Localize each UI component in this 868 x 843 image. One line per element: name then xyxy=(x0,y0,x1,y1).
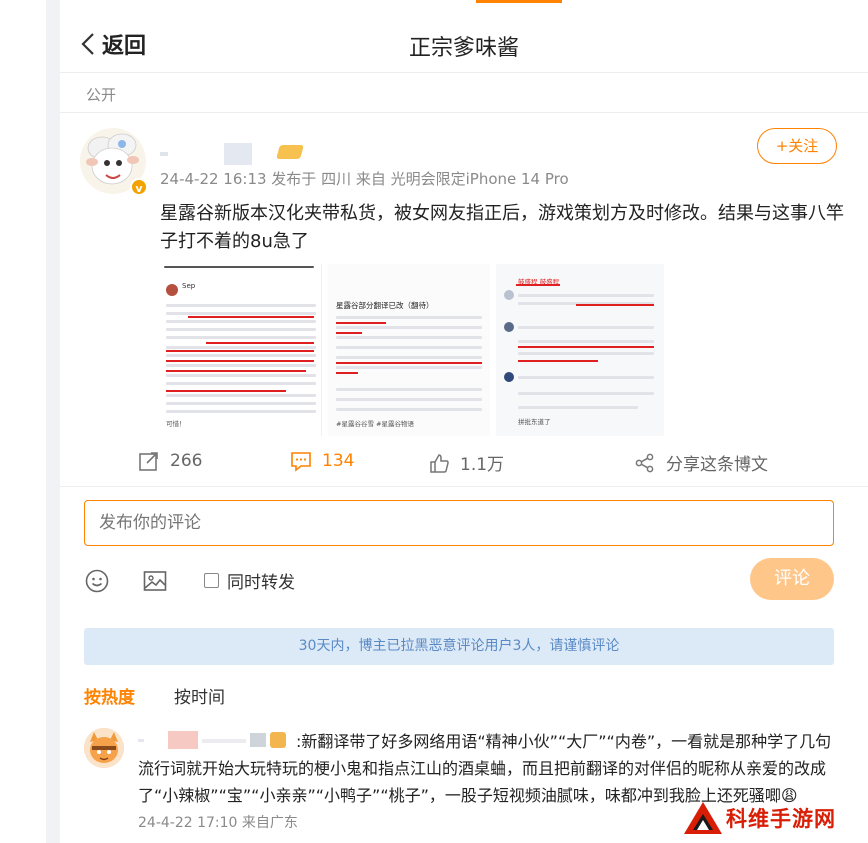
post-text: 星露谷新版本汉化夹带私货，被女网友指正后，游戏策划方及时修改。结果与这事八竿子打… xyxy=(160,203,844,252)
post-action-bar: 266 134 1.1万 分享这条博文 xyxy=(60,440,868,484)
share-icon xyxy=(635,453,654,472)
repost-count: 266 xyxy=(170,451,203,471)
page-title: 正宗爹味酱 xyxy=(408,36,519,61)
post-image-2[interactable]: 星露谷部分翻译已改（翻待） #星露谷谷雪 #星露谷物语 xyxy=(328,264,490,436)
comment-meta: 24-4-22 17:10 来自广东 xyxy=(138,815,298,831)
page-header: 返回 正宗爹味酱 xyxy=(60,18,868,74)
share-label: 分享这条博文 xyxy=(666,455,768,475)
comment-icon xyxy=(291,452,311,472)
watermark-text: 科维手游网 xyxy=(726,807,836,831)
share-button[interactable]: 分享这条博文 xyxy=(634,450,768,475)
verified-badge-icon: v xyxy=(130,178,148,196)
divider xyxy=(60,486,868,487)
image-2-footer: #星露谷谷雪 #星露谷物语 xyxy=(336,420,414,428)
comment-button[interactable]: 134 xyxy=(290,450,354,472)
left-rail xyxy=(0,0,46,843)
image-1-caption: 可惜！ xyxy=(166,420,186,428)
post-card: 返回 正宗爹味酱 公开 v 24-4-22 16:13 发布于 四川 来自 光明… xyxy=(60,0,868,843)
watermark-logo-icon xyxy=(684,802,722,834)
member-badge-icon xyxy=(276,145,304,159)
image-3-footer: 拼批东道了 xyxy=(518,418,551,426)
repost-checkbox[interactable]: 同时转发 xyxy=(204,568,295,593)
top-accent-bar xyxy=(476,0,562,3)
sort-tab-hot[interactable]: 按热度 xyxy=(84,683,135,708)
like-button[interactable]: 1.1万 xyxy=(428,450,504,475)
follow-button[interactable]: +关注 xyxy=(757,128,837,164)
site-watermark: 科维手游网 xyxy=(682,796,868,840)
divider xyxy=(60,72,868,73)
emoji-icon[interactable] xyxy=(84,568,110,594)
sort-tab-time[interactable]: 按时间 xyxy=(174,683,225,708)
thumbs-up-icon xyxy=(430,453,449,473)
visibility-label: 公开 xyxy=(86,86,117,104)
like-count: 1.1万 xyxy=(460,455,505,475)
image-2-header: 星露谷部分翻译已改（翻待） xyxy=(336,301,434,310)
repost-icon xyxy=(139,452,158,471)
comment-count: 134 xyxy=(322,451,355,471)
divider xyxy=(60,112,868,113)
repost-button[interactable]: 266 xyxy=(138,450,202,472)
comment-input[interactable] xyxy=(84,500,834,546)
submit-comment-button[interactable]: 评论 xyxy=(750,558,834,600)
image-1-header: Sep xyxy=(182,282,196,290)
post-image-3[interactable]: 鼓盛程 鼓盛程 拼批东道了 xyxy=(496,264,664,436)
checkbox-icon[interactable] xyxy=(204,573,219,588)
composer-toolbar: 同时转发 评论 xyxy=(84,558,834,602)
image-upload-icon[interactable] xyxy=(142,568,168,594)
post-image-1[interactable]: Sep 可惜！ xyxy=(160,264,322,436)
commenter-avatar[interactable] xyxy=(84,728,124,768)
author-name-redacted[interactable] xyxy=(160,143,304,165)
blocked-users-notice: 30天内，博主已拉黑恶意评论用户3人，请谨慎评论 xyxy=(84,628,834,665)
post-meta: 24-4-22 16:13 发布于 四川 来自 光明会限定iPhone 14 P… xyxy=(160,170,569,188)
repost-checkbox-label: 同时转发 xyxy=(227,573,295,593)
